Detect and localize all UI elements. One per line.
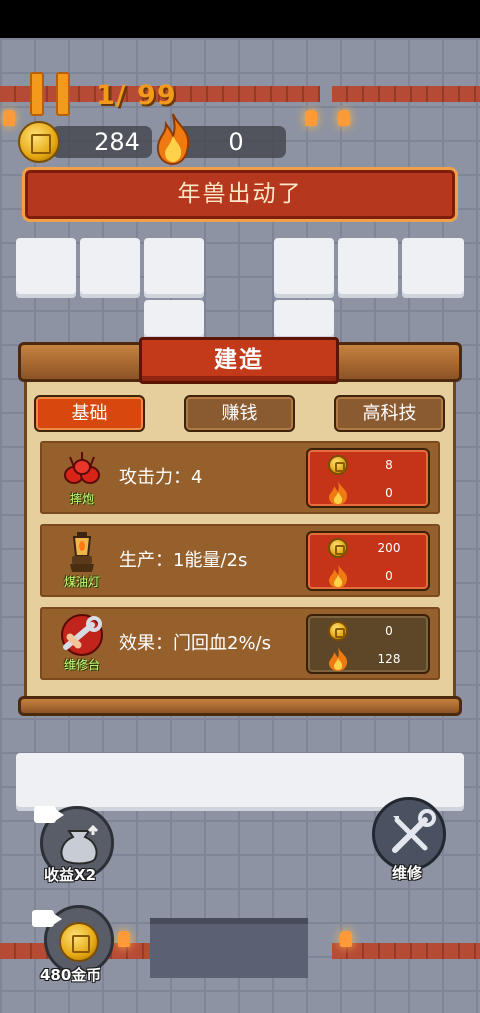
panel-bottom-plank	[18, 696, 462, 716]
build-item-firecracker[interactable]: 摔炮 攻击力：4 8 0	[40, 441, 440, 514]
build-item-oil-lamp[interactable]: 煤油灯 生产：1能量/2s 200 0	[40, 524, 440, 597]
tab-high-tech[interactable]: 高科技	[334, 395, 445, 432]
pause-bar	[30, 72, 44, 116]
gold-coin-icon	[328, 538, 348, 558]
item-name: 煤油灯	[63, 575, 100, 589]
wall-lamp	[340, 931, 352, 947]
wrench-screwdriver-icon	[392, 809, 436, 853]
snow-tile	[144, 300, 204, 340]
fire-energy-icon	[329, 564, 348, 588]
buy-button[interactable]: 8 0	[306, 448, 430, 508]
item-description: 效果：门回血2%/s	[119, 633, 271, 654]
energy-amount: 0	[228, 128, 244, 156]
gold-coin-icon	[328, 455, 348, 475]
repair-label: 维修	[392, 864, 423, 882]
wall-lamp	[305, 110, 317, 126]
item-description: 攻击力：4	[119, 467, 203, 488]
wall-lamp	[338, 110, 350, 126]
panel-title: 建造	[139, 337, 339, 384]
oil-lamp-icon: 煤油灯	[52, 530, 112, 590]
repair-button[interactable]	[372, 797, 446, 871]
status-bar-area	[0, 0, 480, 38]
snow-tile	[80, 238, 140, 298]
roof-top-right	[332, 86, 480, 102]
item-description: 生产：1能量/2s	[119, 550, 248, 571]
gold-coin-icon	[59, 922, 99, 962]
snow-tile	[402, 238, 464, 298]
snow-tile	[144, 238, 204, 298]
gold-cost: 200	[377, 541, 401, 555]
snow-tile	[16, 238, 76, 298]
fire-energy-icon	[329, 481, 348, 505]
gold-reward-label: 480金币	[40, 966, 102, 984]
fire-energy-icon	[156, 113, 190, 166]
gold-coin-icon	[18, 121, 60, 163]
build-item-repair-station[interactable]: 维修台 效果：门回血2%/s 0 128	[40, 607, 440, 680]
money-bag-icon	[60, 824, 99, 865]
video-ad-icon	[34, 806, 64, 823]
repair-wrench-icon: 维修台	[52, 613, 112, 673]
tab-earn-money[interactable]: 赚钱	[184, 395, 295, 432]
tab-basic[interactable]: 基础	[34, 395, 145, 432]
energy-cost: 0	[385, 486, 393, 500]
snow-tile	[274, 300, 334, 340]
pause-bar	[56, 72, 70, 116]
item-name: 摔炮	[69, 492, 94, 506]
video-ad-icon	[32, 910, 62, 927]
gate-building	[150, 918, 308, 978]
gold-cost: 0	[385, 624, 393, 638]
buy-button-disabled[interactable]: 0 128	[306, 614, 430, 674]
snow-tile	[338, 238, 398, 298]
wave-counter: 1/ 99	[96, 80, 177, 111]
fire-energy-icon	[329, 647, 348, 671]
wall-lamp	[118, 931, 130, 947]
income-x2-label: 收益X2	[44, 866, 97, 884]
item-name: 维修台	[63, 658, 100, 672]
buy-button[interactable]: 200 0	[306, 531, 430, 591]
wall-lamp	[3, 110, 15, 126]
gold-cost: 8	[385, 458, 393, 472]
firecracker-icon: 摔炮	[52, 447, 112, 507]
energy-cost: 0	[385, 569, 393, 583]
gold-coin-icon	[328, 621, 348, 641]
pause-button[interactable]	[30, 72, 72, 116]
alert-banner: 年兽出动了	[22, 167, 458, 222]
energy-cost: 128	[377, 652, 401, 666]
snow-tile	[274, 238, 334, 298]
gold-counter: 284	[52, 126, 152, 158]
roof-bottom-right	[332, 943, 480, 959]
gold-amount: 284	[94, 128, 140, 156]
